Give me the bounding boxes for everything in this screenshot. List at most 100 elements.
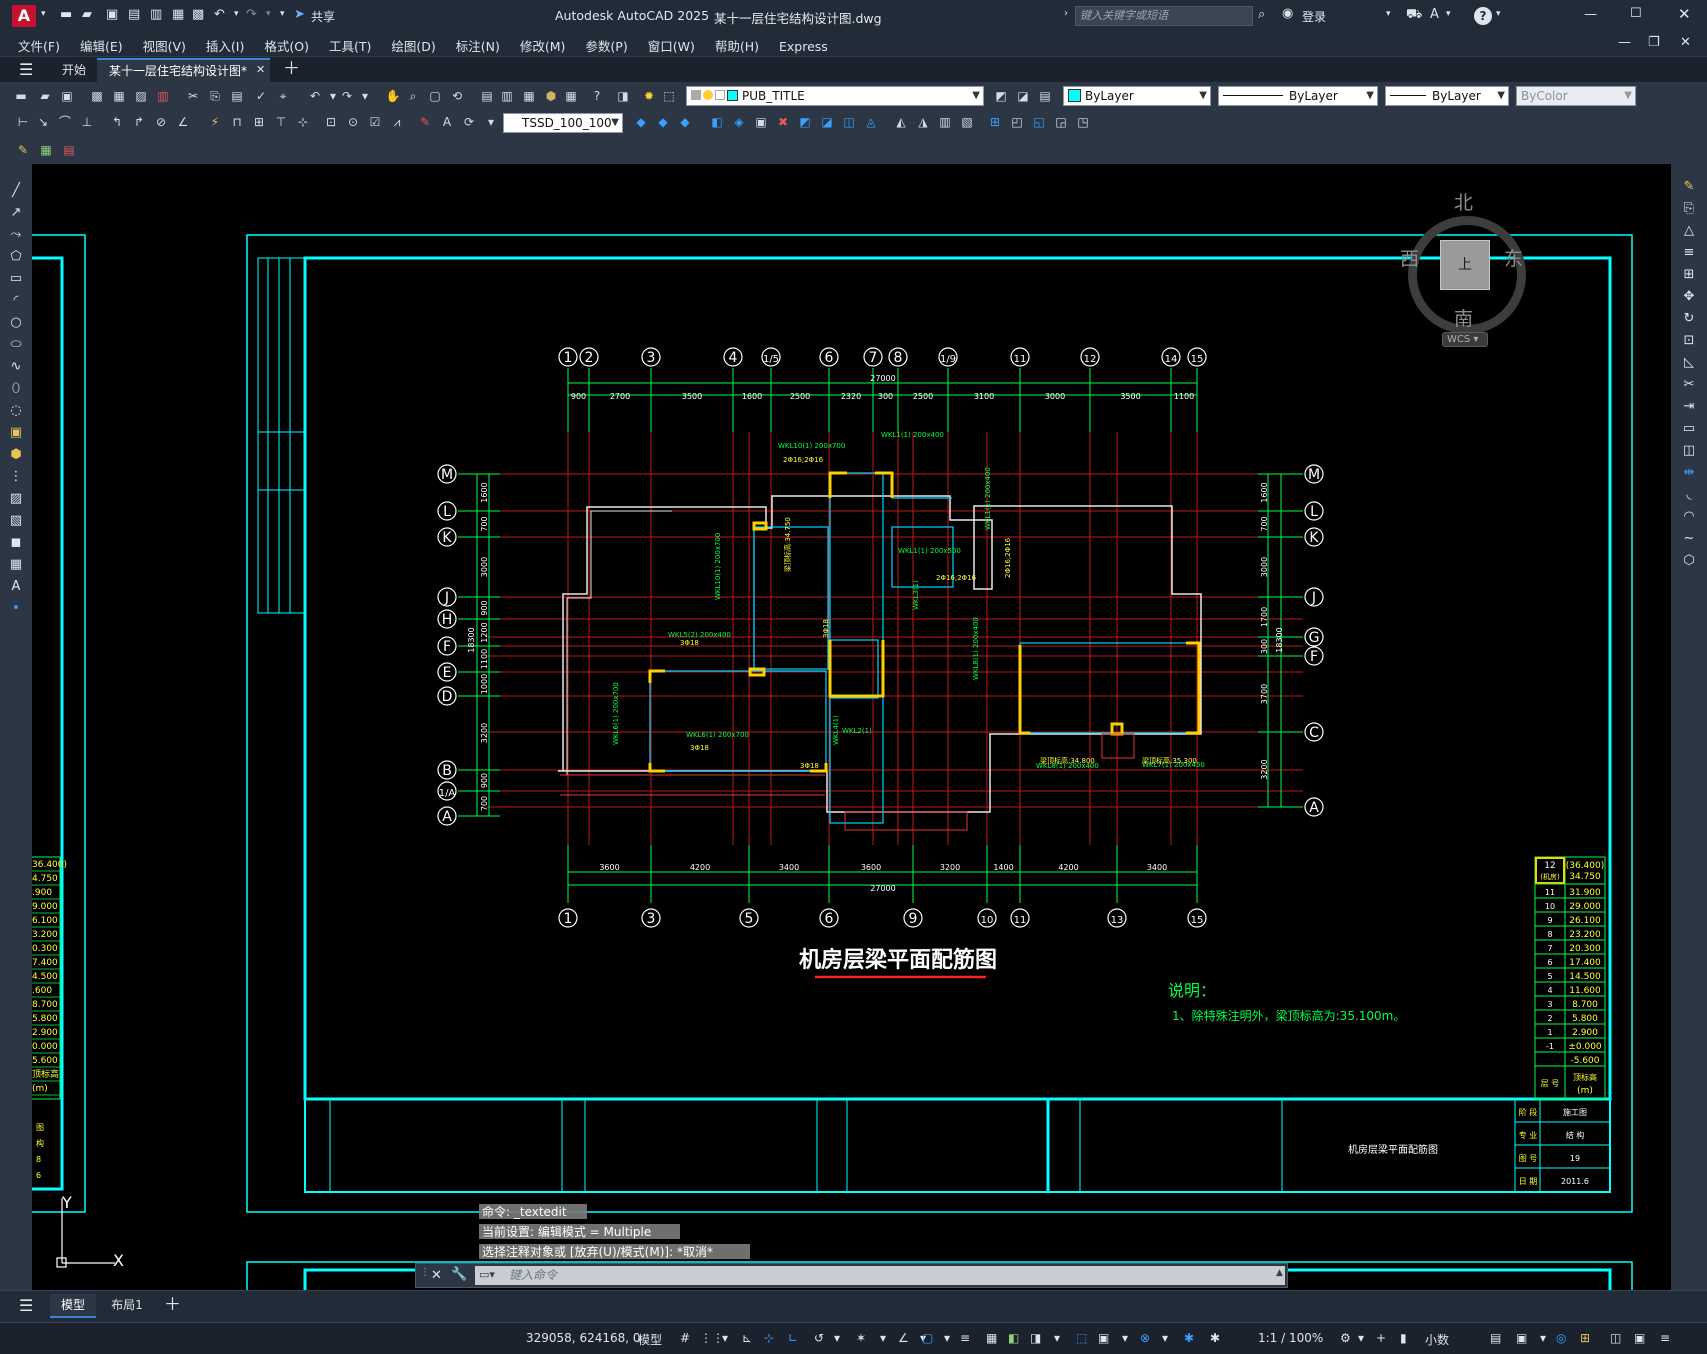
doc-minimize-icon[interactable]: — [1618, 36, 1631, 49]
modify-tool-12-icon[interactable]: ◫ [1680, 442, 1698, 460]
modify-tool-17-icon[interactable]: ⬡ [1680, 552, 1698, 570]
tb-preview-icon[interactable]: ▦ [110, 87, 128, 105]
layer-dropdown[interactable]: PUB_TITLE ▼ [686, 86, 984, 106]
status-qp-menu-icon[interactable]: ▾ [1122, 1331, 1128, 1345]
status-annotation-visibility-icon[interactable]: ✱ [1184, 1331, 1194, 1345]
status-dyn-input-icon[interactable]: ⬚ [1076, 1331, 1087, 1345]
status-clean-screen-icon[interactable]: ▣ [1516, 1331, 1527, 1345]
tssd-17-icon[interactable]: ◰ [1008, 113, 1026, 131]
linetype-dropdown[interactable]: ByLayer ▼ [1218, 86, 1378, 106]
tssd-19-icon[interactable]: ◲ [1052, 113, 1070, 131]
modify-tool-3-icon[interactable]: ≡ [1680, 244, 1698, 262]
menu-item-11[interactable]: 帮助(H) [715, 36, 759, 55]
print-icon[interactable]: ▩ [192, 8, 204, 21]
autocad-logo-icon[interactable]: A [12, 5, 36, 27]
status-infer-icon[interactable]: ⊾ [742, 1331, 752, 1345]
tssd-3-icon[interactable]: ◆ [676, 113, 694, 131]
modify-tool-4-icon[interactable]: ⊞ [1680, 266, 1698, 284]
dim-baseline-icon[interactable]: ⊓ [228, 113, 246, 131]
search-input[interactable]: 键入关键字或短语 [1075, 6, 1253, 26]
insert-table-icon[interactable]: ▦ [37, 141, 55, 159]
color-dropdown[interactable]: ByLayer ▼ [1063, 86, 1211, 106]
tb-cut-icon[interactable]: ✂ [184, 87, 202, 105]
tb-copy-icon[interactable]: ⎘ [206, 87, 224, 105]
draw-tool-10-icon[interactable]: ◌ [7, 402, 25, 420]
status-selection-cycle-icon[interactable]: ◧ [1008, 1331, 1019, 1345]
draw-tool-15-icon[interactable]: ▧ [7, 512, 25, 530]
modify-tool-11-icon[interactable]: ▭ [1680, 420, 1698, 438]
tssd-4-icon[interactable]: ◧ [708, 113, 726, 131]
tb-zoom-previous-icon[interactable]: ⟲ [448, 87, 466, 105]
draw-tool-18-icon[interactable]: A [7, 578, 25, 596]
cmd-customize-icon[interactable]: 🔧 [451, 1268, 467, 1281]
status-cs-menu-icon[interactable]: ▾ [1540, 1331, 1546, 1345]
menu-item-9[interactable]: 参数(P) [585, 36, 627, 55]
tb-block-icon[interactable]: ⌖ [274, 87, 292, 105]
modify-tool-8-icon[interactable]: ◺ [1680, 354, 1698, 372]
status-ortho-icon[interactable]: ∟ [788, 1331, 798, 1345]
search-icon[interactable]: ⌕ [1258, 8, 1265, 21]
status-dynamic-ucs-icon[interactable]: ⊹ [764, 1331, 774, 1345]
draw-tool-14-icon[interactable]: ▨ [7, 490, 25, 508]
tb-layer-iso-icon[interactable]: ▤ [1036, 87, 1054, 105]
help-icon[interactable]: ? [1474, 7, 1492, 25]
status-osnap-menu-icon[interactable]: ▾ [944, 1331, 950, 1345]
status-quick-props-icon[interactable]: ▣ [1098, 1331, 1109, 1345]
tb-layer-previous-icon[interactable]: ◩ [992, 87, 1010, 105]
status-otrack-icon[interactable]: ∠ [898, 1331, 909, 1345]
status-snap-icon[interactable]: ⋮⋮ [700, 1331, 724, 1345]
undo-icon[interactable]: ↶ [214, 8, 225, 21]
menu-item-12[interactable]: Express [779, 39, 828, 54]
status-am-menu-icon[interactable]: ▾ [1162, 1331, 1168, 1345]
modify-tool-2-icon[interactable]: △ [1680, 222, 1698, 240]
menu-item-8[interactable]: 修改(M) [520, 36, 566, 55]
customize-qat-icon[interactable]: ▾ [280, 10, 285, 19]
tb-undo-icon[interactable]: ↶ [306, 87, 324, 105]
modify-tool-6-icon[interactable]: ↻ [1680, 310, 1698, 328]
cmd-close-icon[interactable]: ✕ [431, 1269, 442, 1282]
login-label[interactable]: 登录 [1302, 8, 1326, 25]
dim-aligned-icon[interactable]: ↘ [34, 113, 52, 131]
publish-icon[interactable]: ▥ [150, 8, 162, 21]
layout-menu-icon[interactable]: ☰ [19, 1298, 33, 1314]
dim-quick-icon[interactable]: ⚡ [206, 113, 224, 131]
close-window-icon[interactable]: ✕ [1678, 7, 1691, 22]
modify-tool-16-icon[interactable]: ∼ [1680, 530, 1698, 548]
tb-paste-icon[interactable]: ▤ [228, 87, 246, 105]
tab-document[interactable]: 某十一层住宅结构设计图* [97, 58, 270, 83]
dim-angular-icon[interactable]: ∠ [174, 113, 192, 131]
status-customization-icon[interactable]: ⊞ [1580, 1331, 1590, 1345]
status-fullscreen-icon[interactable]: ◫ [1610, 1331, 1621, 1345]
viewcube-west[interactable]: 西 [1400, 244, 1419, 271]
tb-tool-palettes-icon[interactable]: ▦ [520, 87, 538, 105]
status-annotation-monitor-icon[interactable]: ⊗ [1140, 1331, 1150, 1345]
tb-layer-freeze-icon[interactable]: ⬚ [660, 87, 678, 105]
cart-icon[interactable]: ⛟ [1406, 8, 1422, 21]
status-polar-menu-icon[interactable]: ▾ [834, 1331, 840, 1345]
tb-redo-icon[interactable]: ↷ [338, 87, 356, 105]
redo-icon[interactable]: ↷ [246, 8, 257, 21]
plot-preview-icon[interactable]: ▦ [172, 8, 184, 21]
draw-tool-5-icon[interactable]: ◜ [7, 292, 25, 310]
doc-restore-icon[interactable]: ❐ [1648, 36, 1660, 49]
tb-properties-icon[interactable]: ▤ [478, 87, 496, 105]
tssd-13-icon[interactable]: ◮ [914, 113, 932, 131]
status-isodraft-icon[interactable]: ✶ [856, 1331, 866, 1345]
tab-close-icon[interactable]: ✕ [256, 64, 265, 75]
tb-new-icon[interactable]: ▬ [12, 87, 30, 105]
new-tab-icon[interactable]: ＋ [283, 61, 300, 78]
menu-item-4[interactable]: 格式(O) [264, 36, 309, 55]
tb-design-center-icon[interactable]: ▥ [498, 87, 516, 105]
wcs-menu[interactable]: WCS ▾ [1442, 332, 1488, 347]
tssd-5-icon[interactable]: ◈ [730, 113, 748, 131]
draw-tool-3-icon[interactable]: ⬠ [7, 248, 25, 266]
new-file-icon[interactable]: ▬ [60, 8, 72, 21]
dim-diameter-icon[interactable]: ⊘ [152, 113, 170, 131]
status-units-icon-icon[interactable]: ◎ [1556, 1331, 1566, 1345]
dim-center-icon[interactable]: ⊙ [344, 113, 362, 131]
draw-tool-9-icon[interactable]: ⬯ [7, 380, 25, 398]
menu-item-10[interactable]: 窗口(W) [648, 36, 695, 55]
modify-tool-1-icon[interactable]: ⎘ [1680, 200, 1698, 218]
cmd-expand-icon[interactable]: ▲ [1276, 1269, 1283, 1278]
dim-edit-icon[interactable]: ✎ [416, 113, 434, 131]
